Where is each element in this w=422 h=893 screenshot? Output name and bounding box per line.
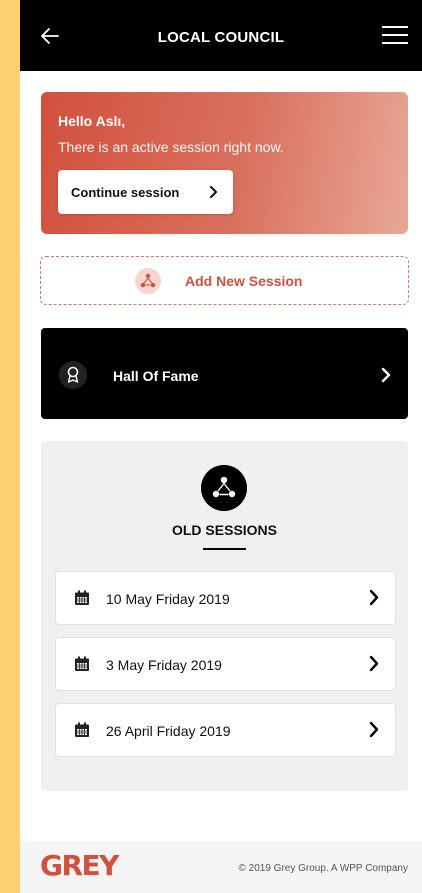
calendar-icon (75, 590, 89, 605)
session-list-item[interactable]: 26 April Friday 2019 (55, 703, 396, 757)
add-new-session-label: Add New Session (185, 273, 303, 289)
grey-logo: GREY (40, 849, 119, 882)
award-ribbon-icon (59, 361, 87, 389)
calendar-icon (75, 656, 89, 671)
active-session-card: Hello Aslı, There is an active session r… (41, 92, 408, 234)
page-title: LOCAL COUNCIL (157, 29, 285, 46)
session-date: 3 May Friday 2019 (106, 657, 222, 673)
chevron-right-icon (369, 655, 379, 672)
session-date: 10 May Friday 2019 (106, 591, 230, 607)
people-network-icon (135, 268, 161, 294)
session-date: 26 April Friday 2019 (106, 723, 231, 739)
add-new-session-button[interactable]: Add New Session (40, 256, 409, 305)
calendar-icon (75, 722, 89, 737)
top-bar: LOCAL COUNCIL (20, 0, 422, 71)
continue-session-button[interactable]: Continue session (58, 170, 233, 214)
hall-of-fame-row[interactable]: Hall Of Fame (41, 328, 408, 419)
chevron-right-icon (381, 367, 391, 383)
app-screen: LOCAL COUNCIL Hello Aslı, There is an ac… (20, 0, 422, 893)
copyright-text: © 2019 Grey Group. A WPP Company (238, 863, 409, 874)
session-list-item[interactable]: 3 May Friday 2019 (55, 637, 396, 691)
hall-of-fame-label: Hall Of Fame (113, 368, 199, 384)
session-list-item[interactable]: 10 May Friday 2019 (55, 571, 396, 625)
chevron-right-icon (210, 186, 217, 198)
hamburger-menu-icon[interactable] (382, 24, 408, 46)
old-sessions-title: OLD SESSIONS (171, 522, 278, 538)
active-session-message: There is an active session right now. (58, 139, 284, 155)
greeting-text: Hello Aslı, (58, 113, 126, 129)
people-network-icon (201, 465, 247, 511)
chevron-right-icon (369, 721, 379, 738)
chevron-right-icon (369, 589, 379, 606)
title-underline (203, 548, 246, 550)
footer: GREY © 2019 Grey Group. A WPP Company (20, 841, 422, 893)
old-sessions-panel: OLD SESSIONS 10 May Friday 2019 3 May Fr… (41, 441, 408, 791)
continue-session-label: Continue session (71, 185, 180, 200)
